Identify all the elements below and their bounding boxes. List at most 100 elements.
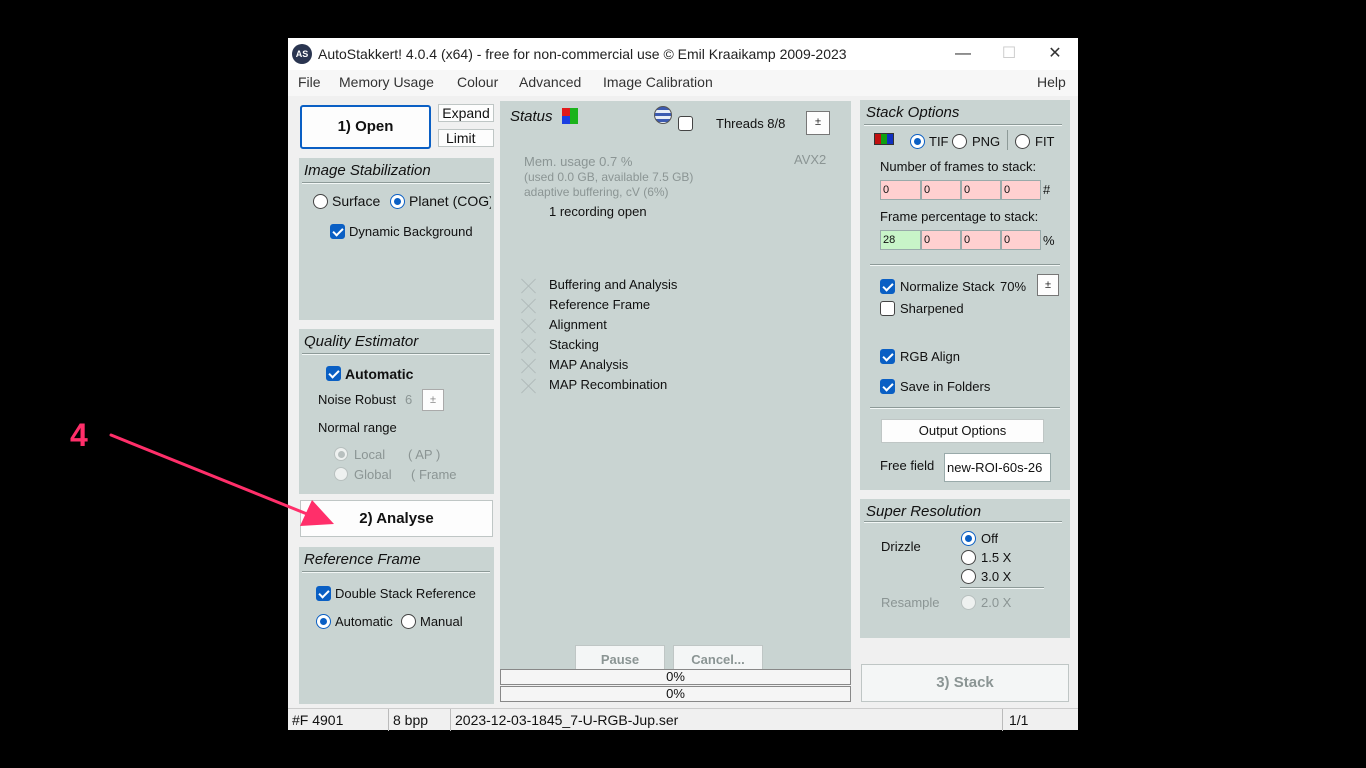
number-of-frames-label: Number of frames to stack: [880,159,1037,174]
frames-field-4[interactable]: 0 [1001,180,1041,200]
automatic-quality-label: Automatic [345,366,414,382]
local-label: Local [354,447,386,462]
limit-button[interactable]: Limit [438,129,494,147]
threads-checkbox[interactable] [678,116,693,131]
percent-field-4[interactable]: 0 [1001,230,1041,250]
maximize-icon: ☐ [1001,45,1017,62]
avx-label: AVX2 [794,152,827,167]
drizzle-3x-radio[interactable] [961,569,976,584]
double-stack-checkbox[interactable] [316,586,331,601]
threads-adjust-icon[interactable]: ± [806,111,830,135]
stack-options-title: Stack Options [866,104,960,121]
surface-radio[interactable] [313,194,328,209]
minimize-icon[interactable]: — [940,38,986,70]
rgb-align-label: RGB Align [900,349,960,364]
color-channels-icon [874,133,894,145]
automatic-quality-checkbox[interactable] [326,366,341,381]
sharpened-checkbox[interactable] [880,301,895,316]
menu-help[interactable]: Help [1037,74,1066,90]
reference-manual-radio[interactable] [401,614,416,629]
color-grid-icon [562,108,578,124]
tif-radio[interactable] [910,134,925,149]
reference-frame-title: Reference Frame [304,551,421,568]
step-pending-icon [521,298,537,314]
menu-image-calibration[interactable]: Image Calibration [603,74,713,90]
png-radio[interactable] [952,134,967,149]
menu-memory-usage[interactable]: Memory Usage [339,74,434,90]
sharpened-label: Sharpened [900,301,964,316]
tif-label: TIF [929,134,949,149]
fit-radio[interactable] [1015,134,1030,149]
autostakkert-window: AS AutoStakkert! 4.0.4 (x64) - free for … [288,38,1078,731]
planet-radio[interactable] [390,194,405,209]
resample-2x-radio [961,595,976,610]
output-options-button[interactable]: Output Options [881,419,1044,443]
app-icon: AS [292,44,312,64]
normalize-adjust-icon[interactable]: ± [1037,274,1059,296]
menu-colour[interactable]: Colour [457,74,498,90]
close-icon[interactable]: ✕ [1032,38,1078,70]
divider [302,182,490,184]
png-label: PNG [972,134,1001,149]
frames-field-3[interactable]: 0 [961,180,1001,200]
frames-field-1[interactable]: 0 [880,180,921,200]
recording-open-text: 1 recording open [549,204,647,219]
local-ap-label: ( AP ) [408,447,441,462]
memory-detail-text: (used 0.0 GB, available 7.5 GB) [524,170,694,184]
noise-robust-adjust-icon[interactable]: ± [422,389,444,411]
resample-label: Resample [881,595,940,610]
annotation-step-number: 4 [70,417,88,453]
dynamic-background-checkbox[interactable] [330,224,345,239]
menu-advanced[interactable]: Advanced [519,74,581,90]
drizzle-label: Drizzle [881,539,921,554]
bit-depth: 8 bpp [389,709,451,731]
percent-field-3[interactable]: 0 [961,230,1001,250]
drizzle-off-label: Off [981,531,999,546]
percent-field-2[interactable]: 0 [921,230,961,250]
drizzle-1-5x-label: 1.5 X [981,550,1012,565]
image-stabilization-panel: Image Stabilization Surface Planet (COG)… [299,158,494,320]
step-pending-icon [521,358,537,374]
local-radio [334,447,348,461]
status-panel: Status Threads 8/8 ± Mem. usage 0.7 % (u… [500,101,851,692]
threads-label: Threads 8/8 [716,116,786,131]
divider [1007,130,1008,150]
quality-estimator-panel: Quality Estimator Automatic Noise Robust… [299,329,494,494]
normal-range-label: Normal range [318,420,397,435]
save-in-folders-label: Save in Folders [900,379,991,394]
image-stabilization-title: Image Stabilization [304,162,431,179]
divider [870,407,1060,409]
divider [302,353,490,355]
open-button[interactable]: 1) Open [300,105,431,149]
drizzle-off-radio[interactable] [961,531,976,546]
rgb-align-checkbox[interactable] [880,349,895,364]
save-in-folders-checkbox[interactable] [880,379,895,394]
free-field-input[interactable]: new-ROI-60s-26 [944,453,1051,482]
divider [960,587,1044,589]
step-pending-icon [521,278,537,294]
drizzle-3x-label: 3.0 X [981,569,1012,584]
memory-usage-text: Mem. usage 0.7 % [524,154,633,169]
drizzle-1-5x-radio[interactable] [961,550,976,565]
surface-label: Surface [332,193,381,209]
status-bar: #F 4901 8 bpp 2023-12-03-1845_7-U-RGB-Ju… [288,708,1078,731]
step-pending-icon [521,378,537,394]
percent-field-1[interactable]: 28 [880,230,921,250]
step-alignment: Alignment [549,317,607,332]
globe-icon [654,106,672,124]
fit-label: FIT [1035,134,1055,149]
frames-hash-label: # [1043,182,1051,197]
super-resolution-panel: Super Resolution Drizzle Off 1.5 X 3.0 X… [860,499,1070,638]
stack-button[interactable]: 3) Stack [861,664,1069,702]
dynamic-background-label: Dynamic Background [349,224,473,239]
step-pending-icon [521,318,537,334]
global-radio [334,467,348,481]
reference-manual-label: Manual [420,614,463,629]
expand-button[interactable]: Expand [438,104,494,122]
analyse-button[interactable]: 2) Analyse [300,500,493,537]
normalize-stack-checkbox[interactable] [880,279,895,294]
menu-file[interactable]: File [298,74,321,90]
frames-field-2[interactable]: 0 [921,180,961,200]
divider [870,264,1060,266]
reference-automatic-radio[interactable] [316,614,331,629]
